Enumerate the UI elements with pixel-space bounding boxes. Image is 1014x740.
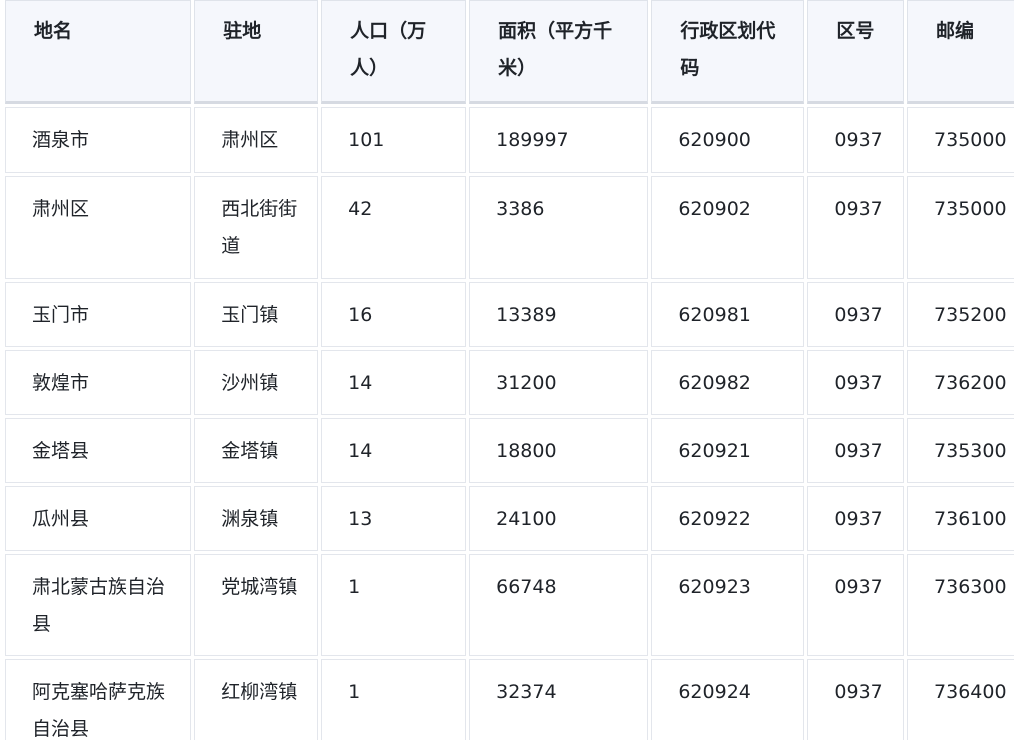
table-row: 阿克塞哈萨克族自治县 红柳湾镇 1 32374 620924 0937 7364… (5, 659, 1014, 740)
header-seat: 驻地 (194, 0, 319, 104)
cell-admin-code: 620902 (651, 176, 805, 279)
cell-area: 3386 (469, 176, 649, 279)
cell-postal-code: 735200 (907, 282, 1014, 347)
cell-admin-code: 620924 (651, 659, 805, 740)
cell-area: 31200 (469, 350, 649, 415)
cell-population: 1 (321, 554, 467, 656)
cell-seat: 沙州镇 (194, 350, 319, 415)
cell-postal-code: 736400 (907, 659, 1014, 740)
cell-place-name: 金塔县 (5, 418, 192, 483)
cell-admin-code: 620922 (651, 486, 805, 551)
cell-admin-code: 620921 (651, 418, 805, 483)
table-container: 地名 驻地 人口（万人） 面积（平方千米） 行政区划代码 区号 邮编 酒泉市 肃… (0, 0, 1014, 740)
table-header-row: 地名 驻地 人口（万人） 面积（平方千米） 行政区划代码 区号 邮编 (5, 0, 1014, 104)
header-admin-code: 行政区划代码 (651, 0, 805, 104)
cell-place-name: 敦煌市 (5, 350, 192, 415)
cell-place-name: 玉门市 (5, 282, 192, 347)
cell-place-name: 阿克塞哈萨克族自治县 (5, 659, 192, 740)
cell-admin-code: 620982 (651, 350, 805, 415)
cell-seat: 肃州区 (194, 107, 319, 173)
cell-area: 32374 (469, 659, 649, 740)
cell-admin-code: 620981 (651, 282, 805, 347)
cell-population: 14 (321, 350, 467, 415)
cell-postal-code: 735000 (907, 176, 1014, 279)
cell-population: 16 (321, 282, 467, 347)
cell-postal-code: 736300 (907, 554, 1014, 656)
cell-population: 14 (321, 418, 467, 483)
cell-area-code: 0937 (807, 176, 905, 279)
prefecture-data-table: 地名 驻地 人口（万人） 面积（平方千米） 行政区划代码 区号 邮编 酒泉市 肃… (2, 0, 1014, 740)
header-place-name: 地名 (5, 0, 192, 104)
cell-area: 13389 (469, 282, 649, 347)
cell-seat: 渊泉镇 (194, 486, 319, 551)
cell-place-name: 肃北蒙古族自治县 (5, 554, 192, 656)
cell-population: 101 (321, 107, 467, 173)
cell-area-code: 0937 (807, 486, 905, 551)
cell-area-code: 0937 (807, 659, 905, 740)
cell-place-name: 酒泉市 (5, 107, 192, 173)
cell-population: 13 (321, 486, 467, 551)
cell-admin-code: 620900 (651, 107, 805, 173)
cell-area-code: 0937 (807, 418, 905, 483)
cell-admin-code: 620923 (651, 554, 805, 656)
cell-place-name: 瓜州县 (5, 486, 192, 551)
table-row: 瓜州县 渊泉镇 13 24100 620922 0937 736100 (5, 486, 1014, 551)
table-row: 玉门市 玉门镇 16 13389 620981 0937 735200 (5, 282, 1014, 347)
cell-postal-code: 735300 (907, 418, 1014, 483)
cell-area: 189997 (469, 107, 649, 173)
cell-seat: 玉门镇 (194, 282, 319, 347)
table-row: 肃州区 西北街街道 42 3386 620902 0937 735000 (5, 176, 1014, 279)
cell-area: 18800 (469, 418, 649, 483)
cell-area-code: 0937 (807, 350, 905, 415)
cell-area: 24100 (469, 486, 649, 551)
cell-area-code: 0937 (807, 554, 905, 656)
cell-seat: 西北街街道 (194, 176, 319, 279)
cell-seat: 红柳湾镇 (194, 659, 319, 740)
cell-seat: 党城湾镇 (194, 554, 319, 656)
table-row: 酒泉市 肃州区 101 189997 620900 0937 735000 (5, 107, 1014, 173)
table-row: 肃北蒙古族自治县 党城湾镇 1 66748 620923 0937 736300 (5, 554, 1014, 656)
cell-postal-code: 735000 (907, 107, 1014, 173)
cell-population: 1 (321, 659, 467, 740)
header-postal-code: 邮编 (907, 0, 1014, 104)
cell-population: 42 (321, 176, 467, 279)
table-row: 敦煌市 沙州镇 14 31200 620982 0937 736200 (5, 350, 1014, 415)
table-row: 金塔县 金塔镇 14 18800 620921 0937 735300 (5, 418, 1014, 483)
cell-area: 66748 (469, 554, 649, 656)
cell-area-code: 0937 (807, 282, 905, 347)
header-population: 人口（万人） (321, 0, 467, 104)
cell-area-code: 0937 (807, 107, 905, 173)
cell-seat: 金塔镇 (194, 418, 319, 483)
cell-postal-code: 736100 (907, 486, 1014, 551)
header-area: 面积（平方千米） (469, 0, 649, 104)
cell-place-name: 肃州区 (5, 176, 192, 279)
cell-postal-code: 736200 (907, 350, 1014, 415)
header-area-code: 区号 (807, 0, 905, 104)
